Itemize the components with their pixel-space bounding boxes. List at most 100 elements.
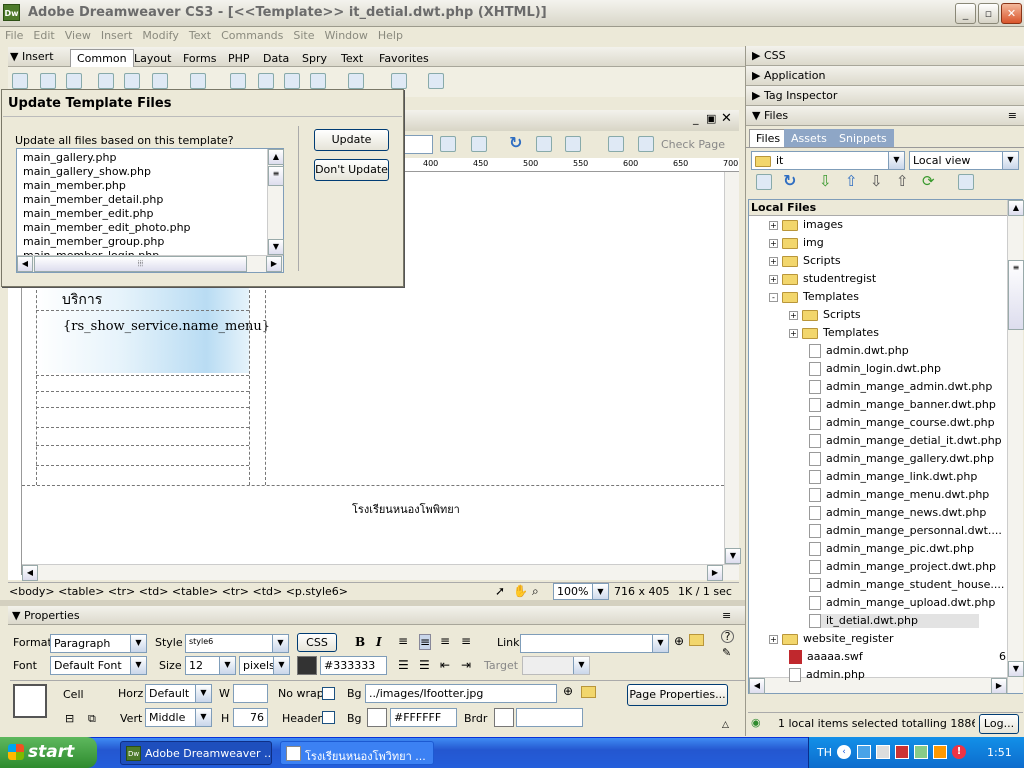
- tree-item[interactable]: admin_mange_link.dwt.php: [809, 470, 977, 484]
- minimize-button[interactable]: _: [955, 3, 976, 24]
- head-icon[interactable]: [310, 73, 326, 89]
- refresh-icon[interactable]: ↻: [509, 133, 522, 152]
- validate-markup-icon[interactable]: [608, 136, 624, 152]
- border-color-input[interactable]: [516, 708, 583, 727]
- list-item[interactable]: main_member_edit_photo.php: [23, 221, 191, 234]
- view-options-icon[interactable]: [536, 136, 552, 152]
- tree-item[interactable]: aaaaa.swf 6: [789, 650, 1006, 664]
- tree-item[interactable]: admin_mange_news.dwt.php: [809, 506, 986, 520]
- page-properties-button[interactable]: Page Properties...: [627, 684, 728, 706]
- link-input[interactable]: ▼: [520, 634, 669, 653]
- browse-folder-icon[interactable]: [581, 686, 596, 698]
- menu-commands[interactable]: Commands: [216, 27, 288, 44]
- check-page-label[interactable]: Check Page: [661, 138, 725, 151]
- ordered-list-icon[interactable]: ☰: [419, 658, 430, 672]
- put-files-icon[interactable]: ⇧: [845, 172, 858, 190]
- text-color-input[interactable]: #333333: [320, 656, 387, 675]
- server-side-include-icon[interactable]: [258, 73, 274, 89]
- templates-icon[interactable]: [391, 73, 407, 89]
- zoom-tool-icon[interactable]: ⌕: [532, 584, 539, 599]
- menu-text[interactable]: Text: [184, 27, 216, 44]
- menu-modify[interactable]: Modify: [137, 27, 183, 44]
- italic-button[interactable]: I: [376, 635, 382, 649]
- security-icon[interactable]: [895, 745, 909, 759]
- tree-item[interactable]: it_detial.dwt.php: [809, 614, 979, 628]
- site-select[interactable]: it ▼: [751, 151, 905, 170]
- help-icon[interactable]: ?: [721, 630, 734, 643]
- bg-image-input[interactable]: ../images/Ifootter.jpg: [365, 684, 557, 703]
- tree-item[interactable]: admin_mange_gallery.dwt.php: [809, 452, 994, 466]
- collapse-icon[interactable]: △: [722, 720, 729, 730]
- div-icon[interactable]: [124, 73, 140, 89]
- scroll-up-icon[interactable]: ▲: [268, 149, 284, 165]
- tree-item[interactable]: admin.dwt.php: [809, 344, 909, 358]
- scroll-left-icon[interactable]: ◀: [749, 678, 765, 694]
- tree-item[interactable]: + Scripts: [769, 254, 841, 267]
- tab-data[interactable]: Data: [256, 49, 296, 67]
- local-files-header[interactable]: Local Files: [749, 200, 1007, 216]
- point-to-file-icon[interactable]: ⊕: [674, 634, 684, 648]
- align-justify-icon[interactable]: ≡: [461, 634, 471, 648]
- list-vertical-scrollbar[interactable]: ▲ ≡ ▼: [267, 149, 284, 255]
- tree-item[interactable]: admin_mange_detial_it.dwt.php: [809, 434, 1002, 448]
- align-right-icon[interactable]: ≡: [440, 634, 450, 648]
- doc-minimize-button[interactable]: _: [693, 112, 699, 125]
- doc-title-field[interactable]: [403, 135, 433, 154]
- unordered-list-icon[interactable]: ☰: [398, 658, 409, 672]
- tree-item[interactable]: admin_login.dwt.php: [809, 362, 941, 376]
- height-input[interactable]: 76: [233, 708, 268, 727]
- scroll-right-icon[interactable]: ▶: [707, 565, 723, 581]
- expand-icon[interactable]: +: [769, 634, 778, 644]
- css-button[interactable]: CSS: [297, 633, 337, 652]
- close-button[interactable]: ✕: [1001, 3, 1022, 24]
- view-select[interactable]: Local view ▼: [909, 151, 1019, 170]
- application-panel-header[interactable]: ▶ Application: [746, 66, 1024, 86]
- outdent-icon[interactable]: ⇤: [440, 658, 450, 672]
- target-select[interactable]: ▼: [522, 656, 590, 675]
- scroll-thumb[interactable]: ≡: [268, 166, 284, 186]
- tree-item[interactable]: + Scripts: [789, 308, 861, 321]
- menu-site[interactable]: Site: [288, 27, 319, 44]
- text-color-swatch[interactable]: [297, 656, 317, 675]
- log-button[interactable]: Log...: [979, 714, 1019, 734]
- tree-horizontal-scrollbar[interactable]: ◀ ▶: [749, 677, 1007, 694]
- list-horizontal-scrollbar[interactable]: ◀ ⦙⦙⦙ ▶: [17, 255, 283, 272]
- tab-text[interactable]: Text: [334, 49, 370, 67]
- service-name-binding[interactable]: {rs_show_service.name_menu}: [63, 319, 270, 334]
- tree-item[interactable]: + website_register: [769, 632, 894, 645]
- tab-spry[interactable]: Spry: [295, 49, 334, 67]
- tag-selector[interactable]: <body> <table> <tr> <td> <table> <tr> <t…: [9, 585, 348, 598]
- network-icon[interactable]: [857, 745, 871, 759]
- list-item[interactable]: main_member_group.php: [23, 235, 164, 248]
- table-icon[interactable]: [98, 73, 114, 89]
- panel-options-icon[interactable]: ≡: [722, 609, 731, 622]
- scroll-thumb[interactable]: ⦙⦙⦙: [34, 256, 247, 272]
- dont-update-button[interactable]: Don't Update: [314, 159, 389, 181]
- scroll-left-icon[interactable]: ◀: [17, 256, 33, 272]
- doc-horizontal-scrollbar[interactable]: ◀ ▶: [22, 564, 739, 581]
- width-input[interactable]: [233, 684, 268, 703]
- tab-layout[interactable]: Layout: [127, 49, 178, 67]
- scroll-right-icon[interactable]: ▶: [266, 256, 282, 272]
- tab-assets[interactable]: Assets: [784, 129, 834, 147]
- bold-button[interactable]: B: [355, 635, 365, 649]
- hyperlink-icon[interactable]: [12, 73, 28, 89]
- preview-browser-icon[interactable]: [471, 136, 487, 152]
- check-out-icon[interactable]: ⇩: [870, 172, 883, 190]
- tag-chooser-icon[interactable]: [428, 73, 444, 89]
- insert-bar-label[interactable]: ▼ Insert: [10, 50, 54, 63]
- css-panel-header[interactable]: ▶ CSS: [746, 46, 1024, 66]
- visual-aids-icon[interactable]: [565, 136, 581, 152]
- doc-restore-button[interactable]: ▣: [706, 112, 716, 125]
- tree-item[interactable]: + images: [769, 218, 843, 231]
- nowrap-checkbox[interactable]: [322, 687, 335, 700]
- horz-select[interactable]: Default ▼: [145, 684, 212, 703]
- point-to-file-icon[interactable]: ⊕: [563, 684, 573, 698]
- tray-app-icon[interactable]: [876, 745, 890, 759]
- template-files-list[interactable]: main_gallery.php main_gallery_show.php m…: [16, 148, 284, 273]
- scroll-down-icon[interactable]: ▼: [268, 239, 284, 255]
- browse-folder-icon[interactable]: [689, 634, 704, 646]
- expand-icon[interactable]: +: [789, 328, 798, 338]
- tree-item[interactable]: + Templates: [789, 326, 879, 339]
- expand-panel-icon[interactable]: [958, 174, 974, 190]
